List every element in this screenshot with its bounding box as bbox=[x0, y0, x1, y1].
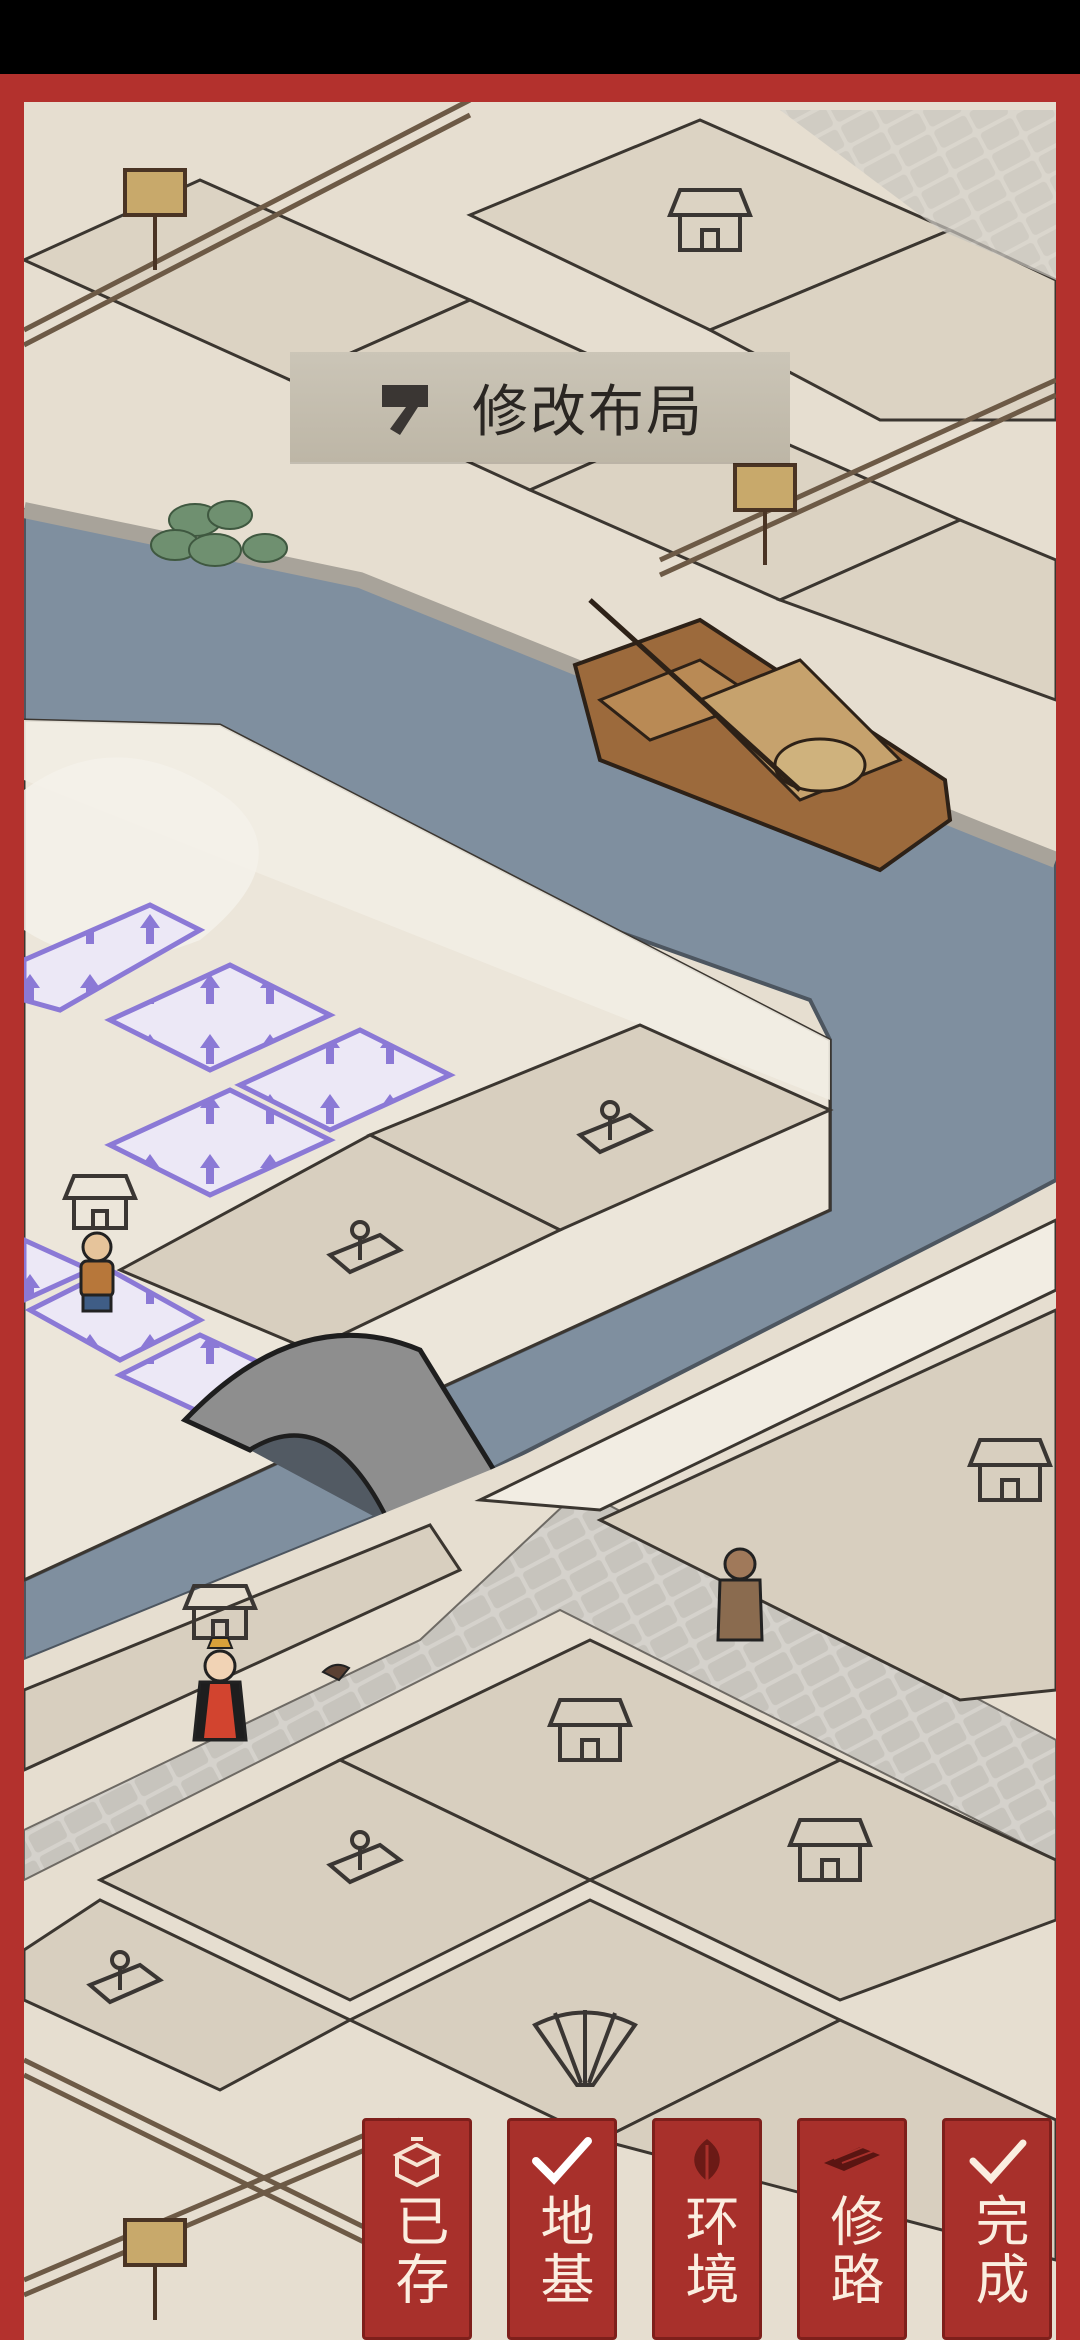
frame-left bbox=[0, 74, 24, 2340]
frame-right bbox=[1056, 74, 1080, 2340]
road-button[interactable]: 修路 bbox=[797, 2118, 907, 2340]
environment-label: 环境 bbox=[676, 2193, 739, 2309]
game-screen: 修改布局 已存 地基 环境 修路 完成 bbox=[0, 0, 1080, 2340]
saved-label: 已存 bbox=[386, 2193, 449, 2309]
foundation-button[interactable]: 地基 bbox=[507, 2118, 617, 2340]
villager-blue[interactable] bbox=[79, 1231, 115, 1313]
frame-top bbox=[0, 74, 1080, 102]
checkmark-icon bbox=[532, 2137, 592, 2185]
done-label: 完成 bbox=[966, 2193, 1029, 2309]
monk[interactable] bbox=[716, 1547, 764, 1642]
environment-button[interactable]: 环境 bbox=[652, 2118, 762, 2340]
hammer-icon bbox=[382, 385, 428, 435]
road-label: 修路 bbox=[821, 2193, 884, 2309]
save-box-icon bbox=[392, 2137, 442, 2188]
edit-layout-banner: 修改布局 bbox=[290, 352, 790, 462]
done-checkmark-icon bbox=[969, 2139, 1027, 2185]
road-tile-icon bbox=[824, 2144, 880, 2171]
build-toolbar: 已存 地基 环境 修路 完成 bbox=[362, 2118, 1052, 2340]
done-button[interactable]: 完成 bbox=[942, 2118, 1052, 2340]
foundation-label: 地基 bbox=[531, 2193, 594, 2309]
leaf-icon bbox=[694, 2139, 720, 2185]
banner-title: 修改布局 bbox=[472, 379, 704, 445]
saved-button[interactable]: 已存 bbox=[362, 2118, 472, 2340]
status-bar bbox=[0, 0, 1080, 74]
